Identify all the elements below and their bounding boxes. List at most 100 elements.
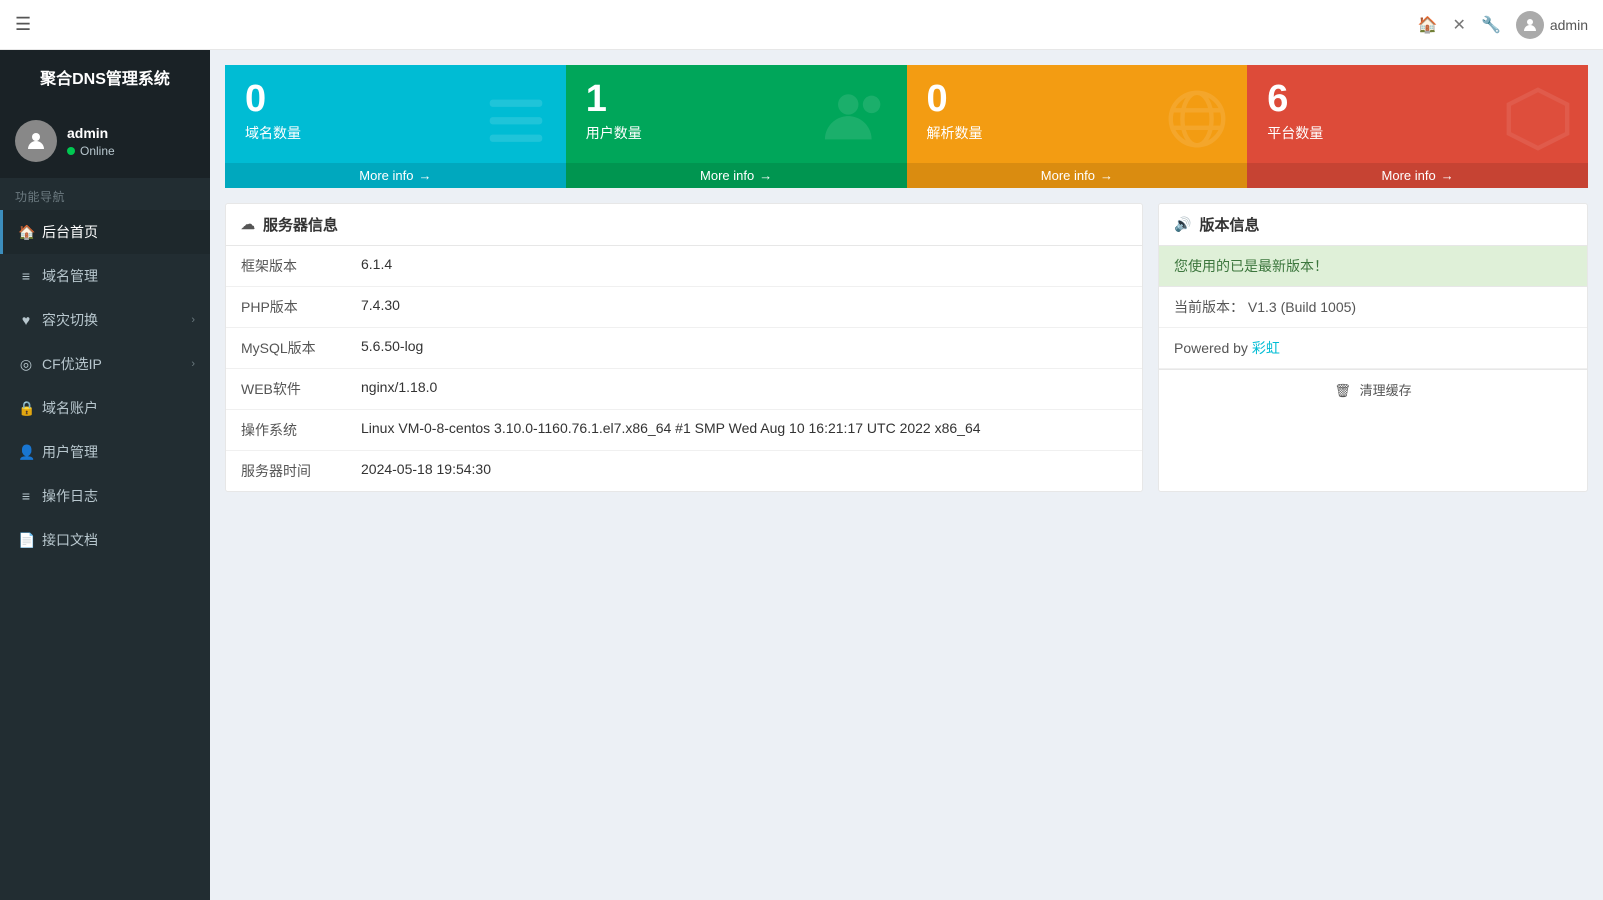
dashboard-label: 后台首页: [42, 222, 98, 242]
dashboard-icon: 🏠: [18, 224, 34, 241]
sidebar-status: Online: [67, 144, 115, 158]
platform-count-label: 平台数量: [1267, 123, 1323, 143]
sidebar: 聚合DNS管理系统 admin Online 功能导航 🏠 后台首页 ≡: [0, 50, 210, 900]
cname-label: 容灾切换: [42, 310, 98, 330]
version-current-value: V1.3 (Build 1005): [1248, 299, 1356, 315]
stat-card-resolve: 0 解析数量 Mor: [907, 65, 1248, 188]
powered-link[interactable]: 彩虹: [1252, 340, 1280, 356]
domain-account-icon: 🔒: [18, 400, 34, 417]
version-current-row: 当前版本： V1.3 (Build 1005): [1159, 287, 1587, 328]
row-value: nginx/1.18.0: [346, 369, 1142, 410]
hamburger-button[interactable]: ☰: [15, 14, 31, 35]
admin-user-menu[interactable]: admin: [1516, 11, 1588, 39]
close-nav-button[interactable]: ✕: [1453, 15, 1466, 35]
more-info-arrow-icon-3: →: [1100, 168, 1113, 183]
sidebar-item-cname-switch[interactable]: ♥ 容灾切换 ›: [0, 298, 210, 342]
content-area: 0 域名数量 More: [210, 50, 1603, 900]
navbar-right: 🏠 ✕ 🔧 admin: [1418, 11, 1588, 39]
stat-card-user: 1 用户数量 Mor: [566, 65, 907, 188]
version-info-body: 您使用的已是最新版本！ 当前版本： V1.3 (Build 1005) Powe…: [1159, 246, 1587, 369]
sidebar-item-operation-log[interactable]: ≡ 操作日志: [0, 474, 210, 518]
user-bg-icon: [822, 84, 892, 170]
domain-bg-icon: [481, 85, 551, 169]
sidebar-item-domain-account[interactable]: 🔒 域名账户: [0, 386, 210, 430]
table-row: PHP版本 7.4.30: [226, 287, 1142, 328]
admin-username-label: admin: [1550, 17, 1588, 33]
more-info-arrow-icon-2: →: [759, 168, 772, 183]
top-navbar: ☰ 🏠 ✕ 🔧 admin: [0, 0, 1603, 50]
server-info-header: ☁ 服务器信息: [226, 204, 1142, 246]
row-key: 服务器时间: [226, 451, 346, 492]
sidebar-item-api-docs[interactable]: 📄 接口文档: [0, 518, 210, 562]
table-row: 服务器时间 2024-05-18 19:54:30: [226, 451, 1142, 492]
domain-mgmt-icon: ≡: [18, 268, 34, 284]
domain-count-number: 0: [245, 80, 301, 118]
table-row: MySQL版本 5.6.50-log: [226, 328, 1142, 369]
user-count-label: 用户数量: [586, 123, 642, 143]
stat-card-domain: 0 域名数量 More: [225, 65, 566, 188]
platform-count-number: 6: [1267, 80, 1323, 118]
more-info-arrow-icon-4: →: [1441, 168, 1454, 183]
admin-avatar-small: [1516, 11, 1544, 39]
settings-nav-button[interactable]: 🔧: [1481, 15, 1501, 35]
chevron-right-icon: ›: [191, 314, 195, 326]
row-key: MySQL版本: [226, 328, 346, 369]
row-key: 框架版本: [226, 246, 346, 287]
server-info-table: 框架版本 6.1.4 PHP版本 7.4.30 MySQL版本 5.6.50-l…: [226, 246, 1142, 491]
sidebar-item-cf-ip[interactable]: ◎ CF优选IP ›: [0, 342, 210, 386]
cloud-icon: ☁: [241, 216, 255, 233]
row-key: 操作系统: [226, 410, 346, 451]
sidebar-user: admin Online: [0, 105, 210, 178]
main-wrapper: 聚合DNS管理系统 admin Online 功能导航 🏠 后台首页 ≡: [0, 50, 1603, 900]
speaker-icon: 🔊: [1174, 216, 1191, 233]
row-key: WEB软件: [226, 369, 346, 410]
sidebar-avatar: [15, 120, 57, 162]
chevron-right-icon-2: ›: [191, 358, 195, 370]
version-info-title: 版本信息: [1199, 214, 1259, 235]
row-value: 2024-05-18 19:54:30: [346, 451, 1142, 492]
more-info-arrow-icon: →: [418, 168, 431, 183]
user-more-info[interactable]: More info →: [566, 163, 907, 188]
operation-log-label: 操作日志: [42, 486, 98, 506]
resolve-more-info[interactable]: More info →: [907, 163, 1248, 188]
trash-icon: 🗑: [1334, 383, 1351, 398]
user-mgmt-label: 用户管理: [42, 442, 98, 462]
row-value: 6.1.4: [346, 246, 1142, 287]
sidebar-item-dashboard[interactable]: 🏠 后台首页: [0, 210, 210, 254]
home-nav-button[interactable]: 🏠: [1418, 15, 1438, 35]
row-value: 7.4.30: [346, 287, 1142, 328]
platform-bg-icon: [1503, 84, 1573, 170]
stat-card-platform: 6 平台数量 More info →: [1247, 65, 1588, 188]
domain-more-info[interactable]: More info →: [225, 163, 566, 188]
sidebar-status-label: Online: [80, 144, 115, 158]
version-info-panel: 🔊 版本信息 您使用的已是最新版本！ 当前版本： V1.3 (Build 100…: [1158, 203, 1588, 492]
status-indicator: [67, 147, 75, 155]
resolve-bg-icon: [1162, 84, 1232, 170]
user-mgmt-icon: 👤: [18, 444, 34, 461]
api-docs-icon: 📄: [18, 532, 34, 549]
clear-cache-button[interactable]: 🗑 清理缓存: [1159, 369, 1587, 409]
sidebar-item-domain-mgmt[interactable]: ≡ 域名管理: [0, 254, 210, 298]
domain-mgmt-label: 域名管理: [42, 266, 98, 286]
stat-cards-row: 0 域名数量 More: [225, 65, 1588, 188]
version-latest-alert: 您使用的已是最新版本！: [1159, 246, 1587, 287]
version-info-header: 🔊 版本信息: [1159, 204, 1587, 246]
row-value: 5.6.50-log: [346, 328, 1142, 369]
platform-more-info[interactable]: More info →: [1247, 163, 1588, 188]
sidebar-username: admin: [67, 125, 115, 141]
sidebar-brand: 聚合DNS管理系统: [0, 50, 210, 105]
clear-cache-label: 清理缓存: [1360, 383, 1412, 398]
sidebar-user-info: admin Online: [67, 125, 115, 158]
row-key: PHP版本: [226, 287, 346, 328]
server-info-title: 服务器信息: [263, 214, 338, 235]
cf-ip-icon: ◎: [18, 356, 34, 373]
resolve-count-label: 解析数量: [927, 123, 983, 143]
server-info-panel: ☁ 服务器信息 框架版本 6.1.4 PHP版本 7.4.30: [225, 203, 1143, 492]
bottom-panels: ☁ 服务器信息 框架版本 6.1.4 PHP版本 7.4.30: [225, 203, 1588, 492]
resolve-count-number: 0: [927, 80, 983, 118]
version-powered-row: Powered by 彩虹: [1159, 328, 1587, 369]
sidebar-item-user-mgmt[interactable]: 👤 用户管理: [0, 430, 210, 474]
domain-account-label: 域名账户: [42, 398, 98, 418]
table-row: 框架版本 6.1.4: [226, 246, 1142, 287]
cname-icon: ♥: [18, 312, 34, 328]
